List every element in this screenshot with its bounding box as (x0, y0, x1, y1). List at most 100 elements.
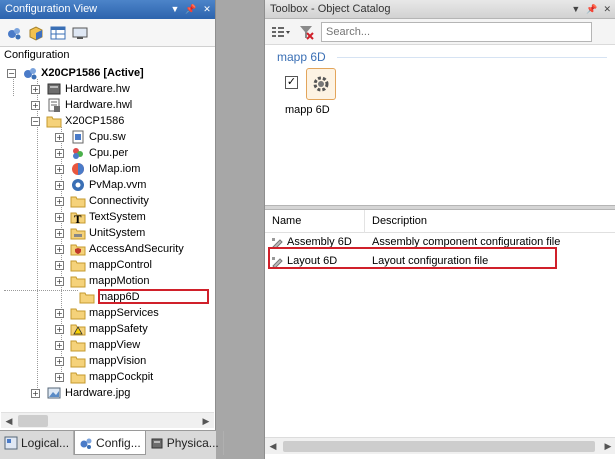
group-divider (337, 57, 607, 58)
expand-toggle[interactable]: + (31, 84, 40, 94)
column-header-description[interactable]: Description (365, 210, 427, 233)
tree-item-hardware-hw[interactable]: + Hardware.hw (31, 81, 130, 97)
tree-item-label: mappSafety (89, 323, 148, 335)
expand-toggle[interactable]: + (55, 276, 64, 286)
configuration-view-titlebar: Configuration View ▼ 📌 ✕ (0, 0, 215, 19)
folder-icon (70, 260, 86, 272)
expand-toggle[interactable]: + (55, 212, 64, 222)
expand-toggle[interactable]: + (55, 308, 64, 318)
tree-item-hardware-hwl[interactable]: + Hardware.hwl (31, 97, 132, 113)
tree-item-x20cp1586-folder[interactable]: − X20CP1586 (31, 113, 124, 129)
tree-item-iomap-iom[interactable]: + IoMap.iom (55, 161, 140, 177)
pvmap-icon (72, 179, 84, 191)
expand-toggle[interactable]: + (55, 180, 64, 190)
expand-toggle[interactable]: + (55, 228, 64, 238)
add-configuration-button[interactable] (5, 24, 23, 42)
catalog-group-label: mapp 6D (277, 50, 326, 64)
expand-toggle[interactable]: + (55, 260, 64, 270)
pin-icon[interactable]: 📌 (185, 0, 196, 19)
scrollbar-thumb[interactable] (283, 441, 595, 452)
expand-toggle[interactable]: + (55, 372, 64, 382)
expand-toggle[interactable]: + (31, 388, 40, 398)
monitor-button[interactable] (71, 24, 89, 42)
expand-toggle[interactable]: + (55, 196, 64, 206)
properties-button[interactable] (27, 24, 45, 42)
expand-toggle[interactable]: + (55, 148, 64, 158)
tree-item-mappvision[interactable]: + mappVision (55, 353, 146, 369)
unit-system-icon (70, 228, 86, 240)
folder-icon (70, 308, 86, 320)
tree-item-label: mappControl (89, 259, 152, 271)
tree-item-cpu-per[interactable]: + Cpu.per (55, 145, 128, 161)
clear-filter-button[interactable] (297, 23, 315, 41)
view-mode-icon (272, 26, 290, 37)
scroll-left-icon[interactable]: ◀ (265, 438, 281, 455)
tree-item-pvmap-vvm[interactable]: + PvMap.vvm (55, 177, 146, 193)
search-field[interactable] (321, 21, 592, 42)
catalog-item-mapp6d[interactable]: ✓ mapp 6D (283, 68, 343, 120)
toolbox-titlebar: Toolbox - Object Catalog ▼ 📌 ✕ (265, 0, 615, 19)
horizontal-scrollbar[interactable]: ◀ ▶ (265, 437, 615, 454)
tree-item-connectivity[interactable]: + Connectivity (55, 193, 149, 209)
expand-toggle[interactable]: + (55, 340, 64, 350)
tree-item-label: UnitSystem (89, 227, 146, 239)
column-header-name[interactable]: Name (265, 209, 365, 233)
expand-toggle[interactable]: + (55, 132, 64, 142)
close-icon[interactable]: ✕ (603, 0, 611, 19)
expand-toggle[interactable]: + (55, 244, 64, 254)
tree-item-x20cp1586-active[interactable]: − X20CP1586 [Active] (7, 65, 144, 81)
mapp6d-tile[interactable] (306, 68, 336, 100)
tree-item-accessandsecurity[interactable]: + AccessAndSecurity (55, 241, 184, 257)
close-icon[interactable]: ✕ (202, 0, 212, 19)
tree-item-hardware-jpg[interactable]: + Hardware.jpg (31, 385, 130, 401)
tree-item-label: mappVision (89, 355, 147, 367)
scroll-right-icon[interactable]: ▶ (198, 413, 214, 429)
tree-item-label: mappCockpit (89, 371, 154, 383)
collapse-toggle[interactable]: − (7, 68, 16, 78)
scroll-left-icon[interactable]: ◀ (1, 413, 17, 429)
tree-item-label: Hardware.jpg (65, 387, 131, 399)
collapse-toggle[interactable]: − (31, 116, 40, 126)
view-mode-button[interactable] (269, 23, 291, 41)
scroll-right-icon[interactable]: ▶ (600, 438, 615, 455)
cpu-config-icon (24, 68, 37, 80)
tree-item-label: Cpu.per (89, 147, 129, 159)
expand-toggle[interactable]: + (55, 164, 64, 174)
scrollbar-thumb[interactable] (18, 415, 48, 427)
tab-physical-view[interactable]: Physica... (146, 431, 224, 455)
search-input[interactable] (326, 25, 566, 38)
tree-item-mappview[interactable]: + mappView (55, 337, 140, 353)
tree-item-textsystem[interactable]: + T TextSystem (55, 209, 146, 225)
expand-toggle[interactable]: + (55, 356, 64, 366)
expand-toggle[interactable]: + (55, 324, 64, 334)
table-view-button[interactable] (49, 24, 67, 42)
tab-label: Config... (96, 435, 141, 450)
dropdown-icon[interactable]: ▼ (170, 0, 180, 19)
tree-item-mappcontrol[interactable]: + mappControl (55, 257, 152, 273)
configuration-view-icon (80, 438, 92, 449)
safety-folder-icon (70, 324, 86, 336)
horizontal-scrollbar[interactable]: ◀ ▶ (1, 412, 214, 428)
pin-icon[interactable]: 📌 (586, 0, 597, 19)
physical-view-icon (151, 438, 163, 449)
filter-clear-icon (300, 25, 314, 40)
table-icon (50, 26, 66, 39)
expand-toggle[interactable]: + (31, 100, 40, 110)
layout6d-highlight-box (268, 247, 557, 269)
tree-item-label: mappView (89, 339, 141, 351)
tree-item-mappservices[interactable]: + mappServices (55, 305, 159, 321)
tree-item-mappmotion[interactable]: + mappMotion (55, 273, 150, 289)
text-system-icon: T (70, 212, 86, 225)
tab-configuration-view[interactable]: Config... (74, 431, 146, 455)
software-icon (72, 130, 84, 144)
tree-item-mappcockpit[interactable]: + mappCockpit (55, 369, 153, 385)
tree-item-mappsafety[interactable]: + mappSafety (55, 321, 148, 337)
tree-item-label: IoMap.iom (89, 163, 141, 175)
item-checkbox[interactable]: ✓ (285, 76, 298, 89)
tree-item-unitsystem[interactable]: + UnitSystem (55, 225, 145, 241)
tree-item-cpu-sw[interactable]: + Cpu.sw (55, 129, 126, 145)
dropdown-icon[interactable]: ▼ (571, 0, 580, 19)
folder-icon (70, 356, 86, 368)
tab-logical-view[interactable]: Logical... (0, 431, 75, 455)
toolbox-toolbar (265, 19, 615, 45)
